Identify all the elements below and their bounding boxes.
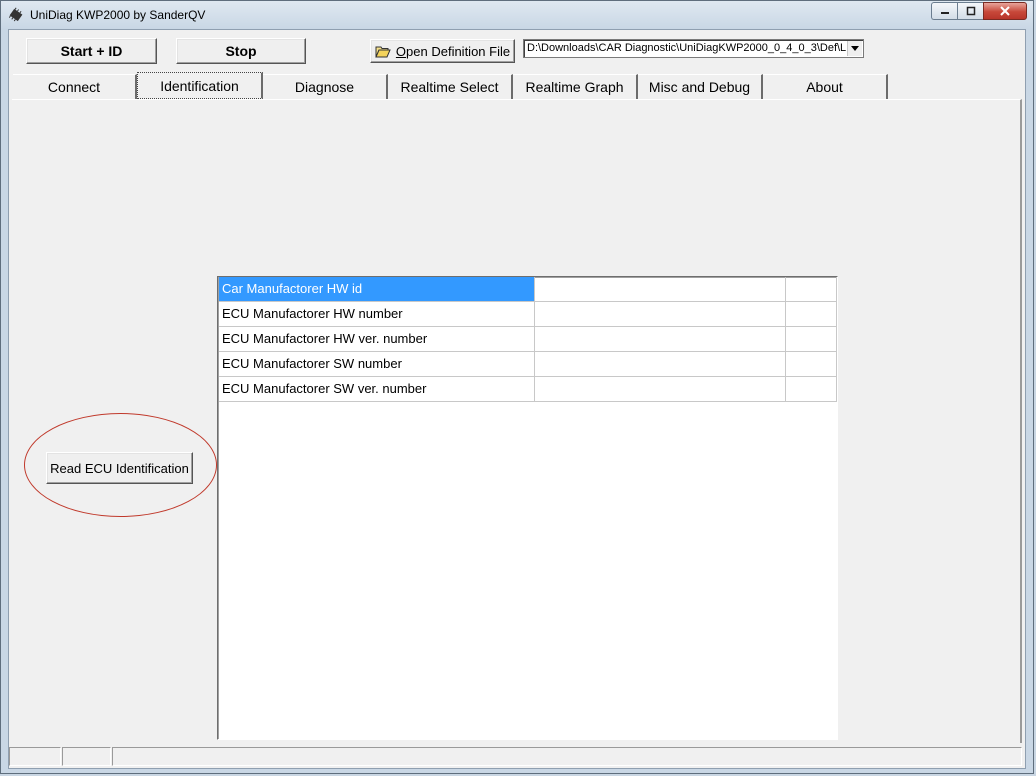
status-panel-1 bbox=[9, 747, 61, 766]
status-panel-3 bbox=[112, 747, 1022, 766]
minimize-icon bbox=[940, 12, 949, 14]
row-value[interactable] bbox=[535, 377, 786, 402]
row-label[interactable]: ECU Manufactorer HW number bbox=[219, 302, 535, 327]
row-label[interactable]: ECU Manufactorer HW ver. number bbox=[219, 327, 535, 352]
tab-about[interactable]: About bbox=[763, 74, 888, 99]
row-extra[interactable] bbox=[786, 302, 837, 327]
table-row[interactable]: Car Manufactorer HW id bbox=[219, 277, 837, 302]
minimize-button[interactable] bbox=[931, 2, 957, 20]
maximize-icon bbox=[966, 6, 975, 16]
maximize-button[interactable] bbox=[957, 2, 983, 20]
identification-panel: Read ECU Identification Car Manufactorer… bbox=[12, 99, 1022, 743]
open-def-accelerator: O bbox=[395, 43, 407, 59]
tab-misc-and-debug[interactable]: Misc and Debug bbox=[638, 74, 763, 99]
definition-file-dropdown[interactable]: D:\Downloads\CAR Diagnostic\UniDiagKWP20… bbox=[523, 39, 864, 58]
table-row[interactable]: ECU Manufactorer HW ver. number bbox=[219, 327, 837, 352]
tab-diagnose[interactable]: Diagnose bbox=[263, 74, 388, 99]
tab-strip: Connect Identification Diagnose Realtime… bbox=[13, 72, 1023, 100]
stop-button[interactable]: Stop bbox=[176, 38, 306, 64]
tab-realtime-select[interactable]: Realtime Select bbox=[388, 74, 513, 99]
table-row[interactable]: ECU Manufactorer SW number bbox=[219, 352, 837, 377]
row-value[interactable] bbox=[535, 277, 786, 302]
client-area: Start + ID Stop Open Definition File D:\… bbox=[8, 29, 1026, 769]
close-icon bbox=[1000, 6, 1010, 16]
row-extra[interactable] bbox=[786, 327, 837, 352]
tab-connect[interactable]: Connect bbox=[13, 74, 137, 99]
open-def-label: pen Definition File bbox=[406, 43, 511, 59]
table-row[interactable]: ECU Manufactorer SW ver. number bbox=[219, 377, 837, 402]
row-value[interactable] bbox=[535, 302, 786, 327]
status-panel-2 bbox=[62, 747, 111, 766]
title-bar[interactable]: UniDiag KWP2000 by SanderQV bbox=[1, 1, 1033, 29]
chip-icon bbox=[8, 7, 24, 23]
window-title: UniDiag KWP2000 by SanderQV bbox=[30, 8, 206, 22]
row-extra[interactable] bbox=[786, 352, 837, 377]
close-button[interactable] bbox=[983, 2, 1027, 20]
app-window: UniDiag KWP2000 by SanderQV Start + ID S… bbox=[0, 0, 1034, 774]
row-label[interactable]: Car Manufactorer HW id bbox=[219, 277, 535, 302]
row-value[interactable] bbox=[535, 327, 786, 352]
definition-file-path: D:\Downloads\CAR Diagnostic\UniDiagKWP20… bbox=[527, 42, 847, 54]
tab-realtime-graph[interactable]: Realtime Graph bbox=[513, 74, 638, 99]
table-row[interactable]: ECU Manufactorer HW number bbox=[219, 302, 837, 327]
tab-identification[interactable]: Identification bbox=[137, 72, 263, 99]
row-extra[interactable] bbox=[786, 277, 837, 302]
row-extra[interactable] bbox=[786, 377, 837, 402]
row-value[interactable] bbox=[535, 352, 786, 377]
row-label[interactable]: ECU Manufactorer SW ver. number bbox=[219, 377, 535, 402]
read-ecu-identification-button[interactable]: Read ECU Identification bbox=[46, 452, 193, 484]
start-id-button[interactable]: Start + ID bbox=[26, 38, 157, 64]
dropdown-arrow-icon[interactable] bbox=[847, 41, 862, 56]
caption-buttons bbox=[931, 2, 1027, 22]
folder-open-icon bbox=[375, 45, 391, 58]
status-bar bbox=[9, 745, 1025, 768]
row-label[interactable]: ECU Manufactorer SW number bbox=[219, 352, 535, 377]
open-definition-file-button[interactable]: Open Definition File bbox=[370, 39, 515, 63]
identification-grid[interactable]: Car Manufactorer HW id ECU Manufactorer … bbox=[217, 276, 838, 740]
